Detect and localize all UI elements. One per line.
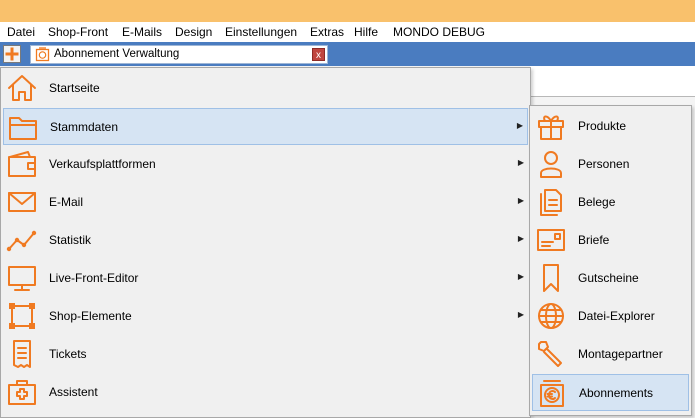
folder-icon — [9, 117, 37, 140]
submenu-item-label: Belege — [578, 195, 616, 209]
first-aid-icon — [8, 380, 36, 405]
plus-icon — [5, 47, 19, 61]
menu-item-label: Assistent — [49, 385, 98, 399]
menu-item-e-mail[interactable]: E-Mail ▶ — [3, 184, 528, 221]
toolbar-strip — [530, 66, 695, 97]
submenu-item-label: Datei-Explorer — [578, 309, 655, 323]
menu-item-label: E-Mail — [49, 195, 84, 209]
monitor-icon — [8, 266, 36, 291]
line-chart-icon — [6, 230, 37, 252]
menu-e-mails[interactable]: E-Mails — [122, 25, 162, 39]
person-icon — [540, 151, 562, 178]
menu-item-stammdaten[interactable]: Stammdaten ▶ — [3, 108, 528, 145]
menu-item-startseite[interactable]: Startseite — [3, 70, 528, 107]
tab-bar: Abonnement Verwaltung x — [0, 42, 695, 66]
menu-item-assistent[interactable]: Assistent — [3, 374, 528, 411]
menu-item-label: Shop-Elemente — [49, 309, 132, 323]
submenu-arrow-icon: ▶ — [517, 310, 524, 319]
menu-design[interactable]: Design — [175, 25, 212, 39]
submenu-item-label: Produkte — [578, 119, 627, 133]
submenu-item-abonnements[interactable]: Abonnements — [532, 374, 689, 411]
wallet-icon — [8, 151, 36, 177]
menu-item-label: Tickets — [49, 347, 87, 361]
submenu-item-belege[interactable]: Belege — [532, 184, 689, 221]
menu-item-label: Statistik — [49, 233, 92, 247]
submenu-item-produkte[interactable]: Produkte — [532, 108, 689, 145]
menu-mondo-debug[interactable]: MONDO DEBUG — [393, 25, 485, 39]
submenu-item-label: Montagepartner — [578, 347, 663, 361]
menu-hilfe[interactable]: Hilfe — [354, 25, 378, 39]
menu-item-tickets[interactable]: Tickets — [3, 336, 528, 373]
menu-einstellungen[interactable]: Einstellungen — [225, 25, 297, 39]
submenu-arrow-icon: ▶ — [517, 234, 524, 243]
submenu-item-label: Gutscheine — [578, 271, 639, 285]
close-tab-button[interactable]: x — [312, 48, 325, 61]
submenu-item-gutscheine[interactable]: Gutscheine — [532, 260, 689, 297]
submenu-item-montagepartner[interactable]: Montagepartner — [532, 336, 689, 373]
submenu-item-personen[interactable]: Personen — [532, 146, 689, 183]
submenu-item-datei-explorer[interactable]: Datei-Explorer — [532, 298, 689, 335]
menu-item-label: Live-Front-Editor — [49, 271, 139, 285]
submenu-item-label: Abonnements — [579, 386, 654, 400]
menu-item-live-front-editor[interactable]: Live-Front-Editor ▶ — [3, 260, 528, 297]
add-tab-button[interactable] — [3, 45, 21, 63]
title-bar — [0, 0, 695, 22]
submenu-item-briefe[interactable]: Briefe — [532, 222, 689, 259]
selection-icon — [9, 303, 35, 329]
submenu-arrow-icon: ▶ — [517, 158, 524, 167]
gift-icon — [538, 115, 564, 140]
menu-extras[interactable]: Extras — [310, 25, 344, 39]
stammdaten-submenu: Produkte Personen Belege Briefe Gutschei… — [529, 105, 692, 416]
envelope-icon — [8, 192, 36, 212]
subscription-icon — [540, 380, 564, 407]
menu-shop-front[interactable]: Shop-Front — [48, 25, 108, 39]
menu-item-verkaufsplattformen[interactable]: Verkaufsplattformen ▶ — [3, 146, 528, 183]
tab-label: Abonnement Verwaltung — [54, 48, 180, 60]
tab-abonnement-verwaltung[interactable]: Abonnement Verwaltung x — [30, 45, 328, 64]
submenu-arrow-icon: ▶ — [517, 272, 524, 281]
menu-item-label: Startseite — [49, 81, 100, 95]
menu-item-label: Stammdaten — [50, 120, 119, 134]
letter-icon — [537, 229, 565, 251]
menu-bar: Datei Shop-Front E-Mails Design Einstell… — [0, 22, 695, 42]
menu-item-statistik[interactable]: Statistik ▶ — [3, 222, 528, 259]
submenu-item-label: Personen — [578, 157, 630, 171]
subscription-icon — [35, 47, 50, 62]
menu-datei[interactable]: Datei — [7, 25, 35, 39]
menu-item-label: Verkaufsplattformen — [49, 157, 156, 171]
home-icon — [8, 75, 36, 101]
menu-item-shop-elemente[interactable]: Shop-Elemente ▶ — [3, 298, 528, 335]
submenu-arrow-icon: ▶ — [516, 121, 523, 130]
receipt-icon — [13, 340, 31, 368]
close-icon: x — [316, 50, 321, 61]
submenu-arrow-icon: ▶ — [517, 196, 524, 205]
bookmark-icon — [543, 264, 559, 292]
wrench-icon — [538, 341, 562, 367]
documents-icon — [540, 189, 562, 216]
submenu-item-label: Briefe — [578, 233, 610, 247]
globe-icon — [538, 303, 564, 329]
main-menu: Startseite Stammdaten ▶ Verkaufsplattfor… — [0, 67, 531, 418]
